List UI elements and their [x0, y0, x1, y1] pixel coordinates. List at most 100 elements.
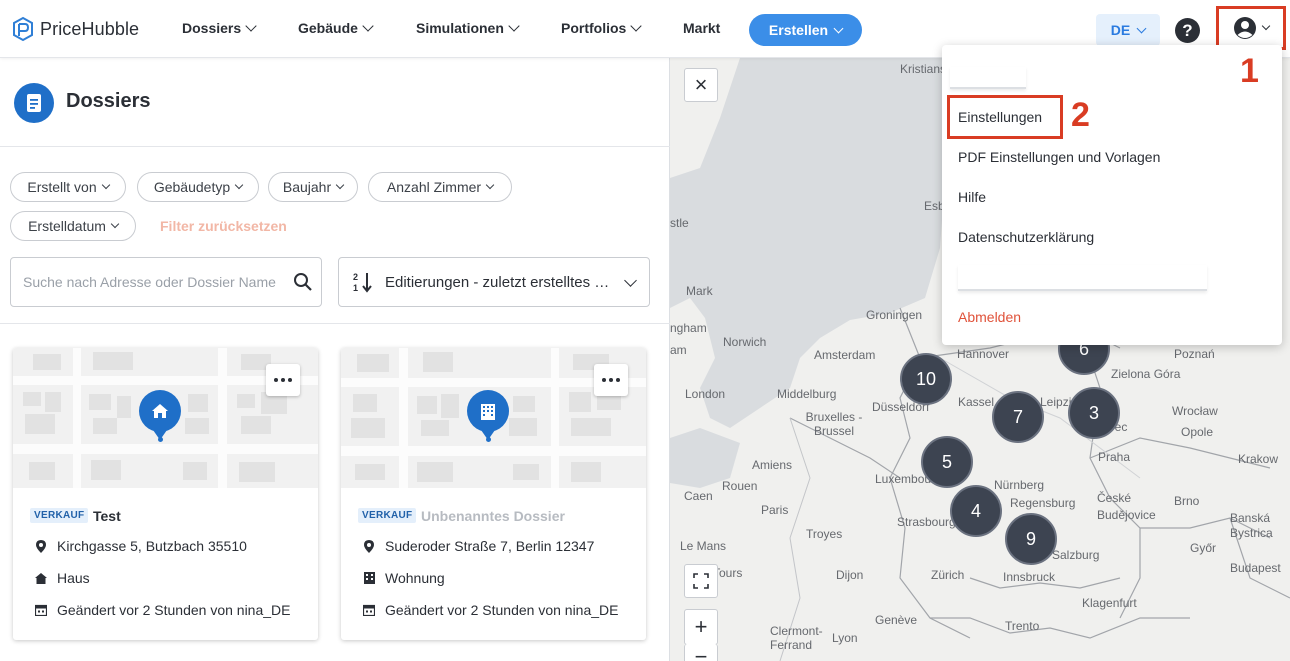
map-cluster-marker[interactable]: 10: [900, 353, 952, 405]
map-label: Mark: [686, 284, 713, 298]
nav-markt-label: Markt: [683, 20, 721, 36]
dossier-card[interactable]: VERKAUF Test Kirchgasse 5, Butzbach 3551…: [13, 348, 318, 640]
create-button[interactable]: Erstellen: [749, 14, 862, 46]
nav-portfolios[interactable]: Portfolios: [561, 20, 643, 36]
sort-select[interactable]: 2 1 Editierungen - zuletzt erstelltes Do…: [338, 257, 650, 307]
menu-item-privacy[interactable]: Datenschutzerklärung: [958, 229, 1094, 245]
nav-dossiers[interactable]: Dossiers: [182, 20, 257, 36]
close-map-button[interactable]: ×: [684, 68, 718, 102]
map-label: Middelburg: [777, 387, 837, 401]
chevron-down-icon: [245, 20, 257, 32]
map-label: am: [670, 343, 687, 357]
dossier-card[interactable]: VERKAUF Unbenanntes Dossier Suderoder St…: [341, 348, 646, 640]
user-menu-button[interactable]: [1216, 6, 1286, 50]
menu-separator: [950, 67, 1026, 89]
building-type-text: Haus: [57, 570, 90, 586]
location-pin-icon: [35, 539, 47, 553]
more-options-button[interactable]: [266, 364, 300, 396]
language-label: DE: [1110, 22, 1131, 38]
map-label: Praha: [1098, 450, 1131, 464]
user-avatar-icon: [1234, 17, 1256, 39]
apartment-pin-icon: [467, 390, 509, 440]
address-row: Kirchgasse 5, Butzbach 35510: [35, 538, 247, 554]
status-badge: VERKAUF: [358, 508, 417, 523]
map-cluster-marker[interactable]: 9: [1005, 513, 1057, 565]
sort-label: Editierungen - zuletzt erstelltes Dossie…: [385, 273, 614, 291]
filter-erstelldatum[interactable]: Erstelldatum: [10, 211, 136, 241]
map-cluster-marker[interactable]: 7: [992, 391, 1044, 443]
map-label: Amiens: [752, 458, 793, 472]
changed-row: Geändert vor 2 Stunden von nina_DE: [363, 602, 619, 618]
chevron-down-icon: [234, 180, 244, 190]
nav-simulationen[interactable]: Simulationen: [416, 20, 520, 36]
language-selector[interactable]: DE: [1096, 14, 1160, 46]
filter-baujahr[interactable]: Baujahr: [268, 172, 358, 202]
reset-filters-link[interactable]: Filter zurücksetzen: [160, 218, 287, 234]
map-label: Norwich: [723, 335, 767, 349]
changed-row: Geändert vor 2 Stunden von nina_DE: [35, 602, 291, 618]
map-label: Groningen: [866, 308, 923, 322]
filter-anzahl-zimmer[interactable]: Anzahl Zimmer: [368, 172, 512, 202]
nav-gebaeude[interactable]: Gebäude: [298, 20, 374, 36]
menu-item-help[interactable]: Hilfe: [958, 189, 986, 205]
address-row: Suderoder Straße 7, Berlin 12347: [363, 538, 594, 554]
menu-item-logout[interactable]: Abmelden: [958, 309, 1021, 325]
search-box: [10, 257, 322, 307]
map-label: Dijon: [836, 568, 864, 582]
menu-item-pdf-settings[interactable]: PDF Einstellungen und Vorlagen: [958, 149, 1160, 165]
changed-text: Geändert vor 2 Stunden von nina_DE: [385, 602, 619, 618]
type-row: Haus: [35, 570, 90, 586]
pin-dot: [486, 437, 491, 442]
search-icon[interactable]: [293, 272, 313, 292]
search-input[interactable]: [23, 274, 285, 290]
more-options-button[interactable]: [594, 364, 628, 396]
map-label: Regensburg: [1010, 496, 1076, 510]
address-text: Kirchgasse 5, Butzbach 35510: [57, 538, 247, 554]
map-label: Poznań: [1174, 347, 1215, 361]
map-label: London: [685, 387, 726, 401]
dossier-title[interactable]: Unbenanntes Dossier: [421, 508, 565, 524]
house-icon: [35, 572, 47, 584]
help-icon[interactable]: ?: [1175, 18, 1200, 43]
pin-dot: [158, 437, 163, 442]
map-label: Le Mans: [680, 539, 727, 553]
dossier-panel: Dossiers Erstellt von Gebäudetyp Baujahr…: [0, 58, 670, 661]
map-label: Bruxelles - Brussel: [805, 410, 863, 438]
changed-text: Geändert vor 2 Stunden von nina_DE: [57, 602, 291, 618]
annotation-highlight-box: [947, 95, 1063, 139]
brand-logo[interactable]: PriceHubble: [12, 16, 139, 42]
chevron-down-icon: [485, 180, 495, 190]
map-label: Salzburg: [1052, 548, 1100, 562]
map-cluster-marker[interactable]: 4: [950, 485, 1002, 537]
map-label: Hannover: [957, 347, 1010, 361]
map-label: Nürnberg: [994, 478, 1045, 492]
chevron-down-icon: [1261, 21, 1271, 31]
create-button-label: Erstellen: [768, 22, 829, 38]
annotation-step-1: 1: [1240, 52, 1259, 90]
dossier-icon: [14, 83, 54, 123]
zoom-out-button[interactable]: −: [684, 644, 718, 661]
map-label: Rouen: [722, 479, 758, 493]
map-label: Wrocław: [1172, 404, 1218, 418]
dossier-title[interactable]: Test: [93, 508, 121, 524]
map-label: Budapest: [1230, 561, 1281, 575]
map-label: Lyon: [832, 631, 858, 645]
filter-erstellt-von[interactable]: Erstellt von: [10, 172, 126, 202]
svg-text:2: 2: [353, 272, 358, 282]
map-label: Krakow: [1238, 452, 1279, 466]
zoom-in-button[interactable]: +: [684, 609, 718, 645]
nav-portfolios-label: Portfolios: [561, 20, 627, 36]
nav-markt[interactable]: Markt: [683, 20, 720, 36]
map-cluster-marker[interactable]: 5: [921, 436, 973, 488]
calendar-icon: [35, 604, 47, 616]
chevron-down-icon: [110, 219, 120, 229]
close-icon: ×: [694, 72, 708, 97]
fullscreen-button[interactable]: [684, 564, 718, 598]
chevron-down-icon: [101, 180, 110, 190]
map-cluster-marker[interactable]: 3: [1068, 387, 1120, 439]
filter-gebaeudetyp[interactable]: Gebäudetyp: [137, 172, 259, 202]
filter-label: Anzahl Zimmer: [386, 179, 482, 195]
minus-icon: −: [694, 644, 708, 661]
chevron-down-icon: [1136, 23, 1147, 33]
map-label: Banská Bystrica: [1230, 511, 1273, 540]
